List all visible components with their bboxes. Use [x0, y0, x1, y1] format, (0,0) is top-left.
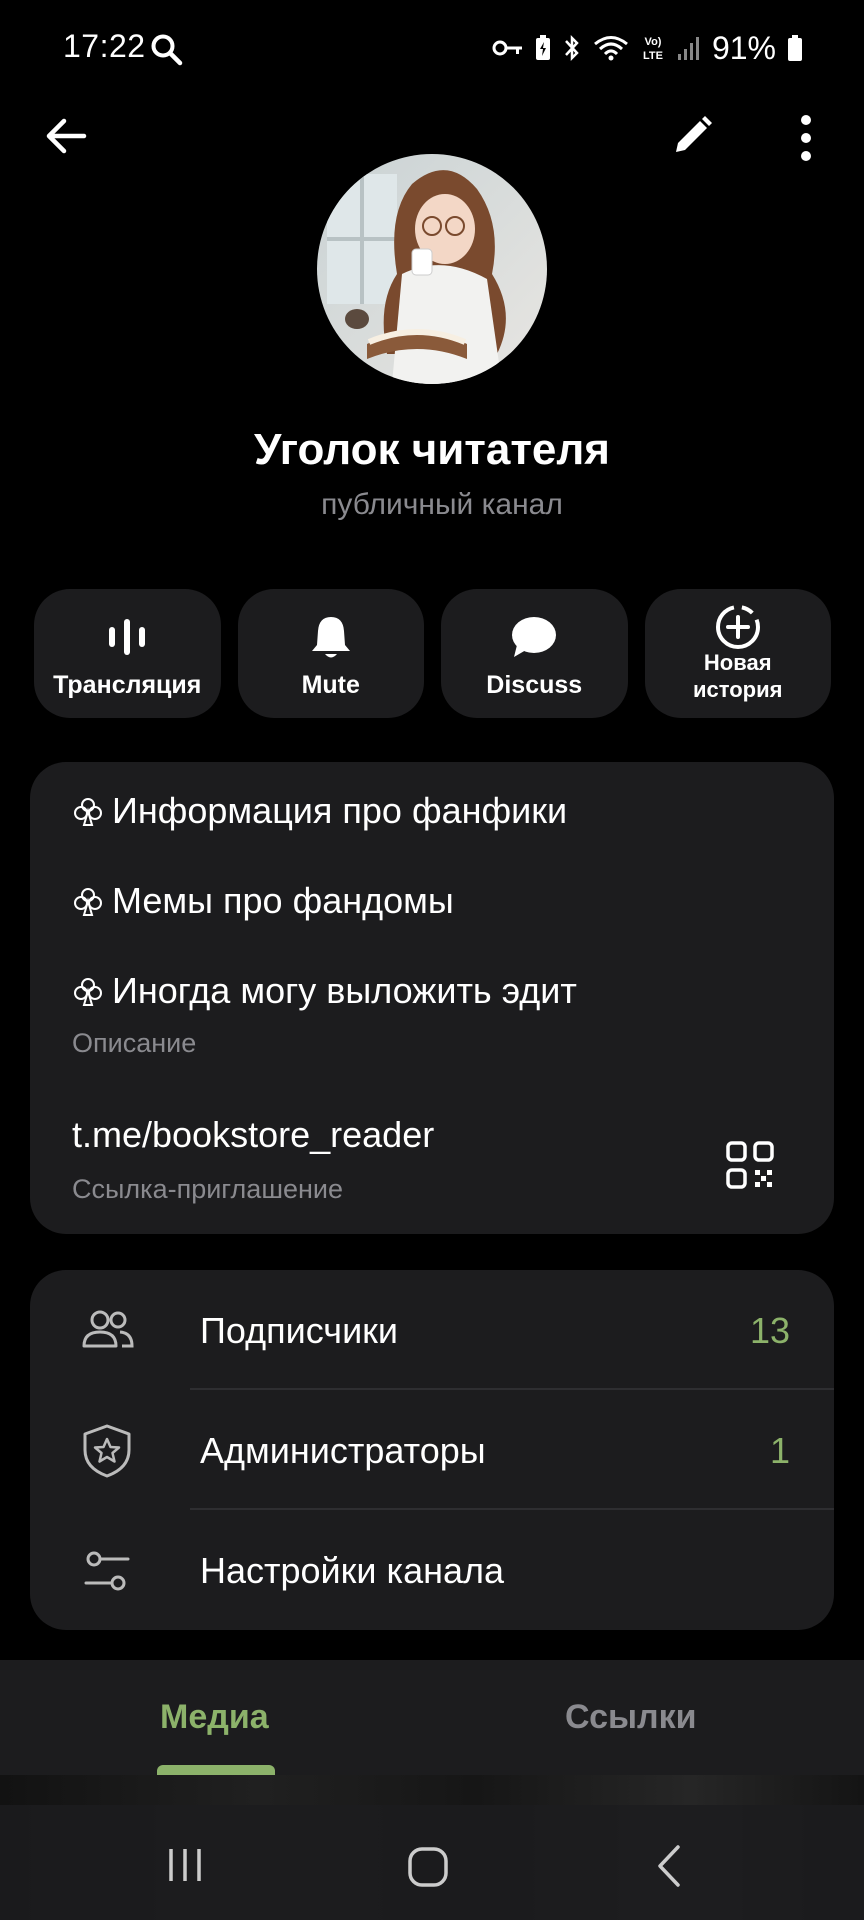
menu-item-label: Администраторы [200, 1430, 486, 1471]
menu-item-admins[interactable]: Администраторы 1 [30, 1390, 834, 1510]
status-icons: Vo) LTE 91% [492, 28, 804, 68]
club-suit-icon [74, 978, 102, 1006]
discuss-button[interactable]: Discuss [441, 589, 628, 718]
home-icon[interactable] [406, 1845, 450, 1889]
battery-saver-icon [535, 35, 550, 60]
chat-bubble-icon [512, 617, 557, 657]
discuss-label: Discuss [486, 671, 583, 699]
battery-percent: 91% [711, 29, 776, 66]
svg-text:Vo): Vo) [645, 36, 662, 48]
subscribers-icon [82, 1310, 134, 1348]
qr-code-icon[interactable] [725, 1140, 775, 1190]
new-story-label-line1: Новая [703, 650, 772, 675]
channel-title: Уголок читателя [254, 425, 610, 474]
admins-count: 1 [769, 1430, 790, 1471]
live-stream-button[interactable]: Трансляция [34, 589, 221, 718]
search-icon [151, 34, 183, 66]
description-text: Мемы про фандомы [112, 880, 454, 921]
status-bar: 17:22 Vo) LTE 91% [0, 0, 864, 100]
channel-type: публичный канал [321, 488, 563, 521]
description-label: Описание [72, 1028, 197, 1058]
back-arrow-icon[interactable] [40, 110, 92, 162]
tab-media[interactable]: Медиа [160, 1698, 269, 1737]
invite-link[interactable]: t.me/bookstore_reader [72, 1114, 434, 1156]
new-story-button[interactable]: Новая история [644, 589, 832, 718]
add-story-icon [715, 605, 760, 649]
description-text: Иногда могу выложить эдит [112, 970, 577, 1011]
club-suit-icon [74, 888, 102, 916]
tab-indicator [157, 1765, 275, 1775]
vpn-key-icon [492, 40, 522, 56]
status-time: 17:22 [63, 28, 146, 64]
media-tabs: Медиа Ссылки [0, 1660, 864, 1775]
wifi-icon [594, 36, 628, 61]
more-options-icon[interactable] [786, 112, 826, 164]
edit-pencil-icon[interactable] [668, 112, 716, 160]
bluetooth-icon [565, 34, 579, 62]
live-stream-icon [109, 619, 146, 655]
menu-item-label: Настройки канала [200, 1550, 505, 1591]
new-story-label-line2: история [693, 677, 783, 702]
club-suit-icon [74, 798, 102, 826]
system-nav-bar [0, 1805, 864, 1920]
settings-sliders-icon [84, 1551, 130, 1591]
signal-icon [677, 37, 699, 60]
description-line: Иногда могу выложить эдит [72, 970, 577, 1012]
menu-item-channel-settings[interactable]: Настройки канала [30, 1510, 834, 1630]
channel-menu-card: Подписчики 13 Администраторы 1 Настройки… [30, 1270, 834, 1630]
invite-link-label: Ссылка-приглашение [72, 1174, 344, 1204]
menu-item-subscribers[interactable]: Подписчики 13 [30, 1270, 834, 1390]
recent-apps-icon[interactable] [165, 1845, 205, 1885]
nav-back-icon[interactable] [652, 1843, 688, 1889]
menu-item-label: Подписчики [200, 1310, 399, 1351]
tab-links[interactable]: Ссылки [565, 1698, 697, 1737]
description-text: Информация про фанфики [112, 790, 568, 831]
action-buttons: Трансляция Mute Discuss Новая история [34, 589, 831, 718]
mute-button[interactable]: Mute [237, 589, 424, 718]
subscribers-count: 13 [749, 1310, 790, 1351]
admin-shield-icon [83, 1424, 131, 1478]
live-stream-label: Трансляция [53, 671, 202, 699]
channel-info-card: Информация про фанфики Мемы про фандомы … [30, 762, 834, 1234]
svg-text:LTE: LTE [643, 50, 663, 62]
description-line: Мемы про фандомы [72, 880, 454, 922]
bell-icon [311, 617, 350, 658]
channel-avatar[interactable] [317, 154, 547, 384]
battery-icon [788, 35, 802, 61]
volte-icon: Vo) LTE [643, 36, 663, 62]
mute-label: Mute [301, 671, 360, 699]
description-line: Информация про фанфики [72, 790, 567, 832]
new-story-label: Новая история [645, 649, 832, 703]
